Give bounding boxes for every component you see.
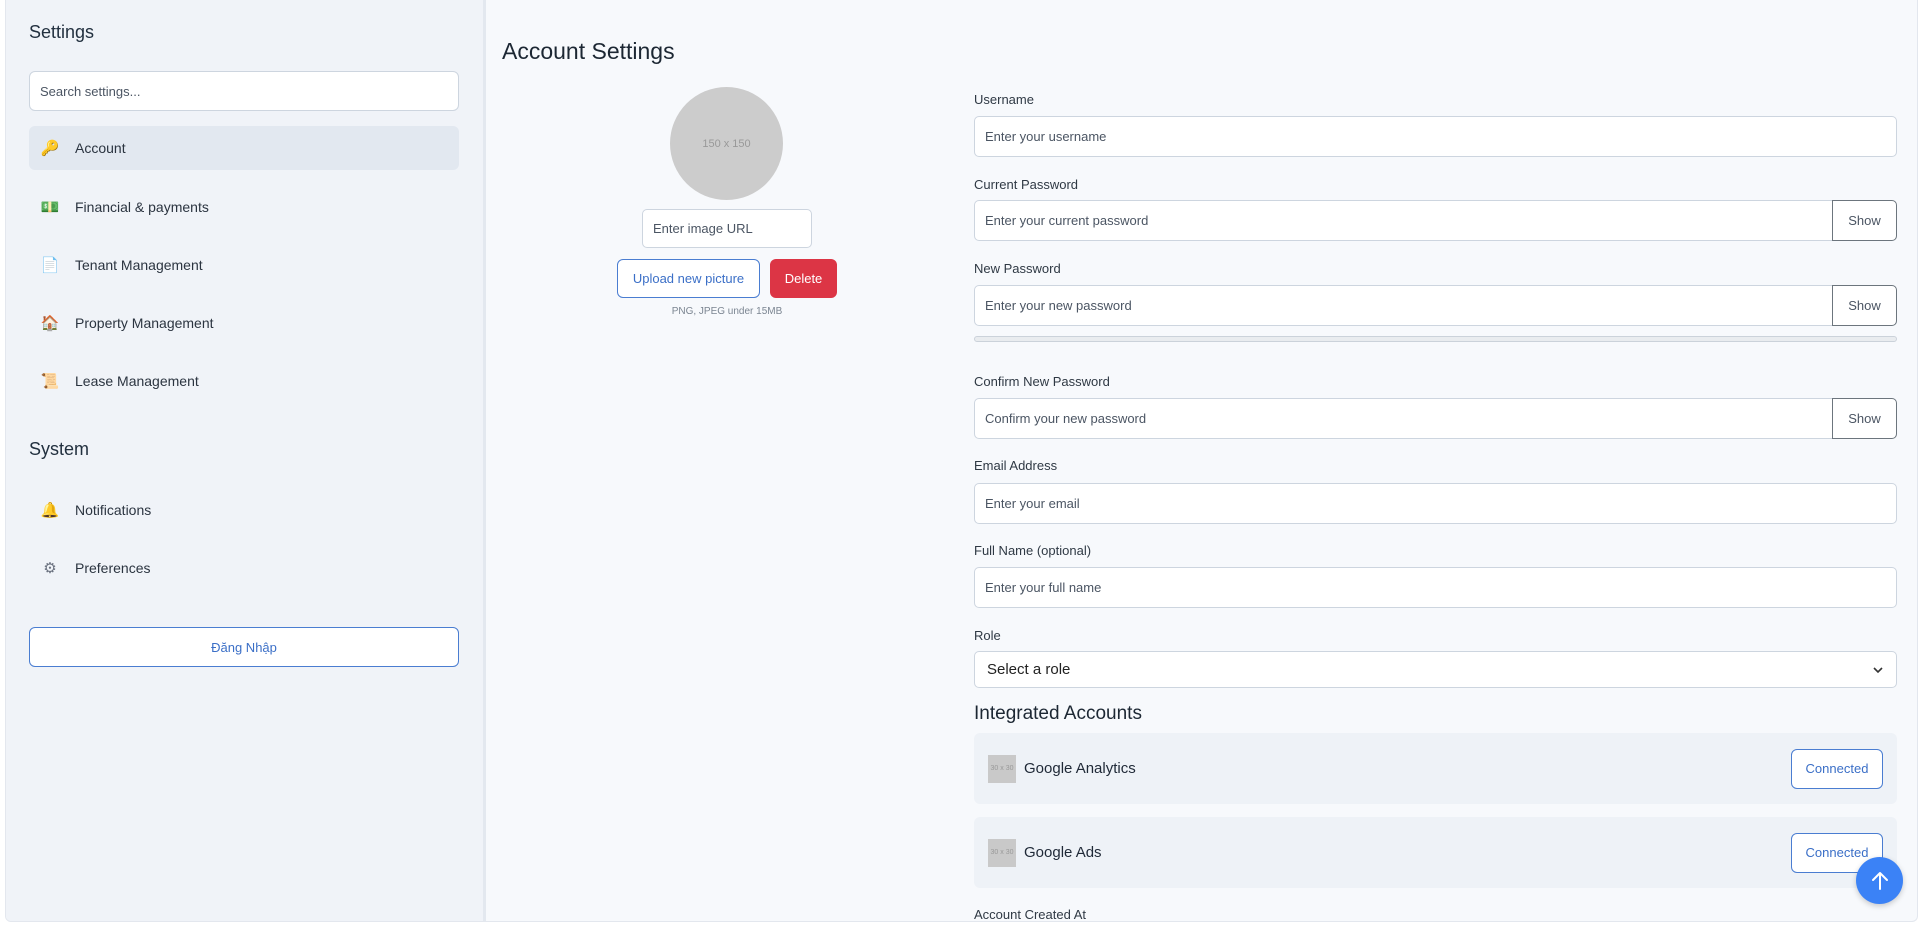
email-field[interactable] (974, 483, 1897, 524)
image-url-input[interactable] (642, 209, 812, 248)
role-select-value: Select a role (987, 661, 1071, 678)
house-icon: 🏠 (40, 315, 60, 332)
app-frame: Settings 🔑 Account 💵 Financial & payment… (5, 0, 1918, 922)
sidebar-item-label: Financial & payments (75, 199, 209, 215)
sidebar-item-label: Notifications (75, 502, 152, 518)
password-strength-bar (974, 336, 1897, 342)
money-icon: 💵 (40, 199, 60, 216)
sidebar-item-label: Account (75, 140, 126, 156)
google-analytics-logo: 30 x 30 (988, 754, 1016, 783)
sidebar: Settings 🔑 Account 💵 Financial & payment… (6, 0, 486, 921)
gear-icon: ⚙ (43, 560, 57, 577)
connected-button[interactable]: Connected (1791, 748, 1883, 789)
show-new-password-button[interactable]: Show (1832, 285, 1897, 326)
sidebar-item-account[interactable]: 🔑 Account (29, 126, 459, 170)
google-ads-logo: 30 x 30 (988, 838, 1016, 867)
arrow-up-icon (1871, 871, 1888, 890)
sidebar-item-financial[interactable]: 💵 Financial & payments (29, 185, 459, 229)
role-select[interactable]: Select a role (974, 651, 1897, 688)
search-input[interactable] (29, 71, 459, 111)
sidebar-item-property[interactable]: 🏠 Property Management (29, 301, 459, 345)
confirm-password-field[interactable] (974, 398, 1833, 439)
system-section-title: System (29, 439, 90, 459)
show-confirm-password-button[interactable]: Show (1832, 398, 1897, 439)
sidebar-item-label: Preferences (75, 560, 151, 576)
sidebar-item-label: Lease Management (75, 373, 199, 389)
upload-hint: PNG, JPEG under 15MB (671, 306, 783, 317)
current-password-field[interactable] (974, 200, 1833, 241)
current-password-label: Current Password (974, 177, 1079, 192)
avatar-placeholder-text: 150 x 150 (702, 137, 751, 150)
integrations-title: Integrated Accounts (974, 703, 1142, 724)
avatar: 150 x 150 (670, 87, 783, 200)
logo-placeholder-text: 30 x 30 (990, 765, 1014, 772)
page-title: Account Settings (502, 38, 675, 64)
email-label: Email Address (974, 458, 1058, 473)
sidebar-item-notifications[interactable]: 🔔 Notifications (29, 488, 459, 532)
role-label: Role (974, 628, 1001, 643)
upload-picture-button[interactable]: Upload new picture (617, 259, 760, 298)
clipboard-icon: 📄 (40, 257, 60, 274)
username-field[interactable] (974, 116, 1897, 157)
integration-item: 30 x 30 Google Analytics Connected (974, 733, 1897, 804)
new-password-label: New Password (974, 261, 1061, 276)
username-label: Username (974, 92, 1034, 107)
new-password-field[interactable] (974, 285, 1833, 326)
sidebar-item-label: Tenant Management (75, 257, 203, 273)
scroll-icon: 📜 (40, 373, 60, 390)
full-name-field[interactable] (974, 567, 1897, 608)
sidebar-item-tenant[interactable]: 📄 Tenant Management (29, 243, 459, 287)
account-created-label: Account Created At (974, 907, 1087, 922)
key-icon: 🔑 (40, 140, 60, 157)
chevron-down-icon (1873, 666, 1883, 673)
sidebar-item-lease[interactable]: 📜 Lease Management (29, 359, 459, 403)
integration-name: Google Analytics (1024, 760, 1136, 777)
show-current-password-button[interactable]: Show (1832, 200, 1897, 241)
integration-item: 30 x 30 Google Ads Connected (974, 817, 1897, 888)
bell-icon: 🔔 (40, 502, 60, 519)
sidebar-item-preferences[interactable]: ⚙ Preferences (29, 546, 459, 590)
integration-name: Google Ads (1024, 844, 1102, 861)
logo-placeholder-text: 30 x 30 (990, 849, 1014, 856)
full-name-label: Full Name (optional) (974, 543, 1092, 558)
confirm-password-label: Confirm New Password (974, 374, 1110, 389)
scroll-to-top-button[interactable] (1856, 857, 1903, 904)
delete-picture-button[interactable]: Delete (770, 259, 837, 298)
sidebar-item-label: Property Management (75, 315, 214, 331)
sidebar-title: Settings (29, 22, 95, 42)
login-button[interactable]: Đăng Nhập (29, 627, 459, 667)
